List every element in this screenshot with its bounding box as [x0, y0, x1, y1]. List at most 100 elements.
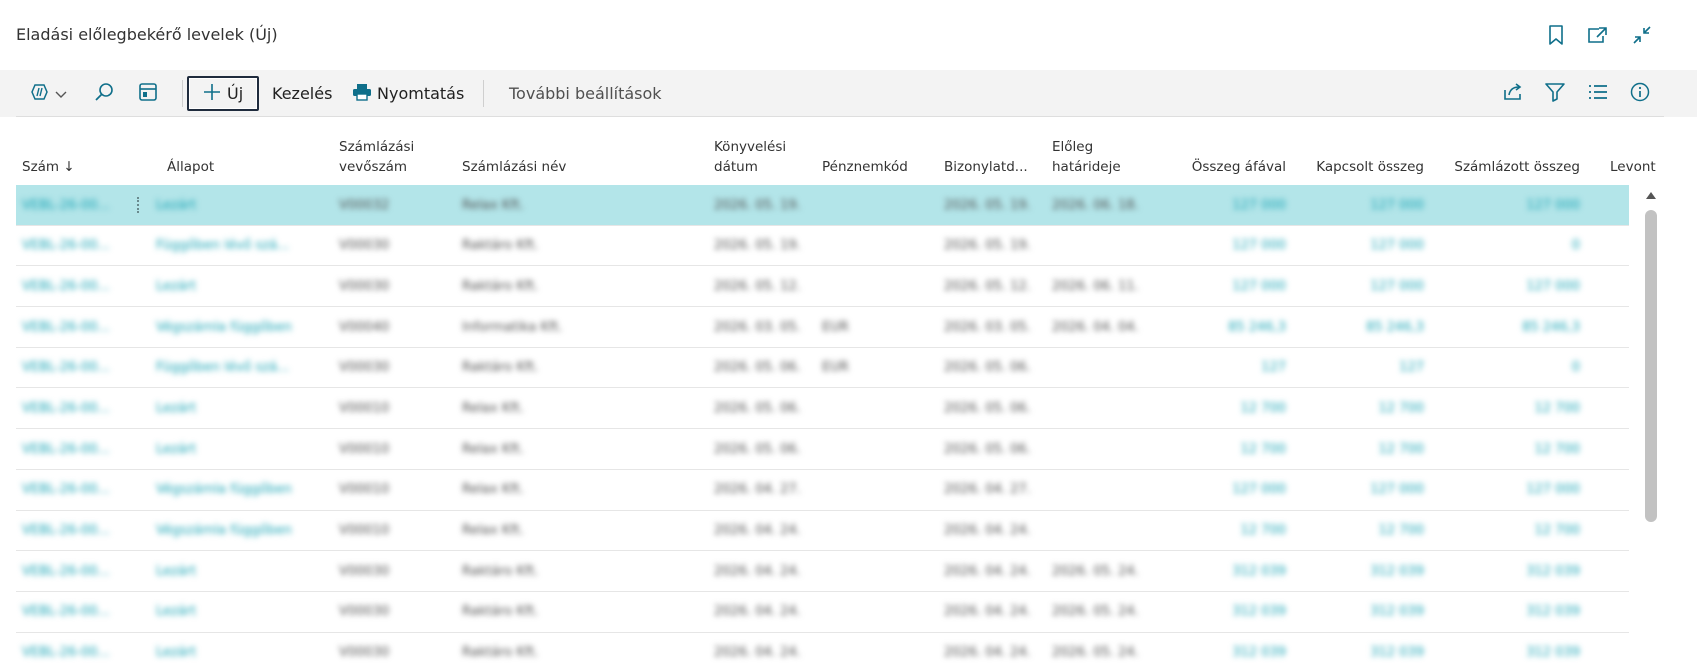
- cell-szamlazott[interactable]: 127 000: [1434, 266, 1580, 306]
- more-options-button[interactable]: További beállítások: [509, 76, 662, 111]
- cell-allapot[interactable]: Lezárt: [156, 633, 316, 665]
- table-row[interactable]: VEBL-26-00... Függőben lévő szá... V00030 R…: [16, 226, 1629, 267]
- cell-kapcsolt[interactable]: 127 000: [1296, 226, 1424, 266]
- cell-kapcsolt[interactable]: 127 000: [1296, 470, 1424, 510]
- cell-kapcsolt[interactable]: 12 700: [1296, 429, 1425, 469]
- cell-szamlazott[interactable]: 312 039: [1434, 633, 1580, 665]
- table-row[interactable]: VEBL-26-00... Végszámla függőben V00040 Inf…: [16, 307, 1629, 348]
- filter-button[interactable]: [1545, 76, 1565, 111]
- cell-szamlazott[interactable]: 12 700: [1434, 429, 1581, 469]
- table-row[interactable]: VEBL-26-00... Lezárt V00030 Raktáro Kft. 202…: [16, 633, 1629, 665]
- cell-allapot[interactable]: Végszámla függőben: [156, 470, 316, 510]
- cell-szam[interactable]: VEBL-26-00...: [22, 429, 132, 469]
- manage-menu[interactable]: Kezelés: [272, 76, 332, 111]
- cell-szamlazott[interactable]: 12 700: [1434, 388, 1581, 428]
- column-header-penznem[interactable]: Pénznemkód: [822, 117, 908, 185]
- list-view-button[interactable]: [1588, 76, 1608, 111]
- column-header-hatarido[interactable]: Előleg határideje: [1052, 117, 1121, 185]
- cell-kapcsolt[interactable]: 127: [1296, 348, 1424, 388]
- cell-kapcsolt[interactable]: 127 000: [1296, 266, 1424, 306]
- cell-allapot[interactable]: Lezárt: [156, 266, 316, 306]
- cell-osszeg[interactable]: 312 039: [1166, 551, 1286, 591]
- info-button[interactable]: [1630, 76, 1650, 111]
- cell-osszeg[interactable]: 127 000: [1166, 266, 1286, 306]
- cell-szamlazott[interactable]: 312 039: [1434, 592, 1580, 632]
- table-row[interactable]: VEBL-26-00... Lezárt V00030 Raktáro Kft. 202…: [16, 592, 1629, 633]
- cell-szam[interactable]: VEBL-26-00...: [22, 266, 132, 306]
- print-menu[interactable]: Nyomtatás: [352, 76, 464, 111]
- cell-allapot[interactable]: Lezárt: [156, 592, 316, 632]
- cell-osszeg[interactable]: 127 000: [1166, 470, 1286, 510]
- cell-allapot[interactable]: Lezárt: [156, 551, 316, 591]
- cell-osszeg[interactable]: 127: [1166, 348, 1286, 388]
- cell-allapot[interactable]: Függőben lévő szá...: [156, 226, 316, 266]
- cell-allapot[interactable]: Lezárt: [156, 185, 316, 225]
- new-button[interactable]: Új: [187, 76, 260, 111]
- cell-szam[interactable]: VEBL-26-00...: [22, 307, 132, 347]
- table-row[interactable]: VEBL-26-00... Lezárt V00010 Relax Kft. 2026.…: [16, 429, 1629, 470]
- cell-allapot[interactable]: Függőben lévő szá...: [156, 348, 316, 388]
- cell-szam[interactable]: VEBL-26-00...: [22, 348, 132, 388]
- cell-kapcsolt[interactable]: 312 039: [1296, 592, 1424, 632]
- cell-kapcsolt[interactable]: 85 246,3: [1296, 307, 1424, 347]
- cell-szamlazott[interactable]: 0: [1434, 226, 1580, 266]
- column-header-nev[interactable]: Számlázási név: [462, 117, 566, 185]
- cell-allapot[interactable]: Lezárt: [156, 429, 316, 469]
- cell-szam[interactable]: VEBL-26-00...: [22, 633, 132, 665]
- cell-osszeg[interactable]: 127 000: [1166, 226, 1286, 266]
- search-button[interactable]: [93, 76, 115, 111]
- cell-osszeg[interactable]: 312 039: [1166, 592, 1286, 632]
- cell-szamlazott[interactable]: 312 039: [1434, 551, 1580, 591]
- share-button[interactable]: [1502, 76, 1524, 111]
- column-header-szam[interactable]: Szám ↓: [22, 117, 75, 185]
- open-new-window-icon[interactable]: [1585, 22, 1611, 48]
- cell-szamlazott[interactable]: 12 700: [1434, 511, 1581, 551]
- column-header-bizonylat[interactable]: Bizonylatd...: [944, 117, 1028, 185]
- cell-osszeg[interactable]: 312 039: [1166, 633, 1286, 665]
- column-header-datum[interactable]: Könyvelési dátum: [714, 117, 786, 185]
- row-actions-handle-icon[interactable]: [137, 197, 141, 213]
- cell-szam[interactable]: VEBL-26-00...: [22, 511, 132, 551]
- cell-kapcsolt[interactable]: 12 700: [1296, 388, 1425, 428]
- cell-kapcsolt[interactable]: 312 039: [1296, 551, 1424, 591]
- cell-szamlazott[interactable]: 85 246,3: [1434, 307, 1580, 347]
- cell-osszeg[interactable]: 12 700: [1166, 429, 1287, 469]
- collapse-icon[interactable]: [1629, 22, 1655, 48]
- column-header-kapcsolt[interactable]: Kapcsolt összeg: [1296, 117, 1424, 185]
- table-row[interactable]: VEBL-26-00... Lezárt V00010 Relax Kft. 2026.…: [16, 388, 1629, 430]
- cell-allapot[interactable]: Végszámla függőben: [156, 307, 316, 347]
- table-row[interactable]: VEBL-26-00... Lezárt V00030 Raktáro Kft. 202…: [16, 266, 1629, 308]
- column-header-szamlazott[interactable]: Számlázott összeg: [1434, 117, 1580, 185]
- cell-szam[interactable]: VEBL-26-00...: [22, 551, 132, 591]
- table-row[interactable]: VEBL-26-00... Lezárt V00032 Relax Kft. 2026.…: [16, 185, 1629, 226]
- scrollbar-thumb[interactable]: [1645, 210, 1657, 522]
- cell-szam[interactable]: VEBL-26-00...: [22, 470, 132, 510]
- cell-kapcsolt[interactable]: 12 700: [1296, 511, 1425, 551]
- cell-allapot[interactable]: Végszámla függőben: [156, 511, 316, 551]
- cell-osszeg[interactable]: 12 700: [1166, 511, 1287, 551]
- cell-szamlazott[interactable]: 127 000: [1434, 185, 1580, 225]
- column-header-osszeg[interactable]: Összeg áfával: [1166, 117, 1286, 185]
- cell-szamlazott[interactable]: 127 000: [1434, 470, 1580, 510]
- cell-szam[interactable]: VEBL-26-00...: [22, 185, 132, 225]
- copilot-button[interactable]: [30, 76, 67, 111]
- column-header-allapot[interactable]: Állapot: [167, 117, 214, 185]
- cell-szamlazott[interactable]: 0: [1434, 348, 1580, 388]
- layout-button[interactable]: [138, 76, 158, 111]
- cell-kapcsolt[interactable]: 312 039: [1296, 633, 1424, 665]
- cell-kapcsolt[interactable]: 127 000: [1296, 185, 1424, 225]
- cell-szam[interactable]: VEBL-26-00...: [22, 226, 132, 266]
- table-row[interactable]: VEBL-26-00... Végszámla függőben V00010 Rel…: [16, 511, 1629, 552]
- cell-osszeg[interactable]: 85 246,3: [1166, 307, 1286, 347]
- cell-szam[interactable]: VEBL-26-00...: [22, 388, 132, 428]
- table-row[interactable]: VEBL-26-00... Lezárt V00030 Raktáro Kft. 202…: [16, 551, 1629, 592]
- cell-allapot[interactable]: Lezárt: [156, 388, 316, 428]
- table-row[interactable]: VEBL-26-00... Függőben lévő szá... V00030 R…: [16, 348, 1629, 389]
- table-row[interactable]: VEBL-26-00... Végszámla függőben V00010 Rel…: [16, 470, 1629, 511]
- cell-osszeg[interactable]: 127 000: [1166, 185, 1286, 225]
- cell-osszeg[interactable]: 12 700: [1166, 388, 1287, 428]
- bookmark-icon[interactable]: [1543, 22, 1569, 48]
- scroll-up-arrow-icon[interactable]: [1646, 192, 1656, 199]
- column-header-levont[interactable]: Levont: [1610, 117, 1656, 185]
- cell-szam[interactable]: VEBL-26-00...: [22, 592, 132, 632]
